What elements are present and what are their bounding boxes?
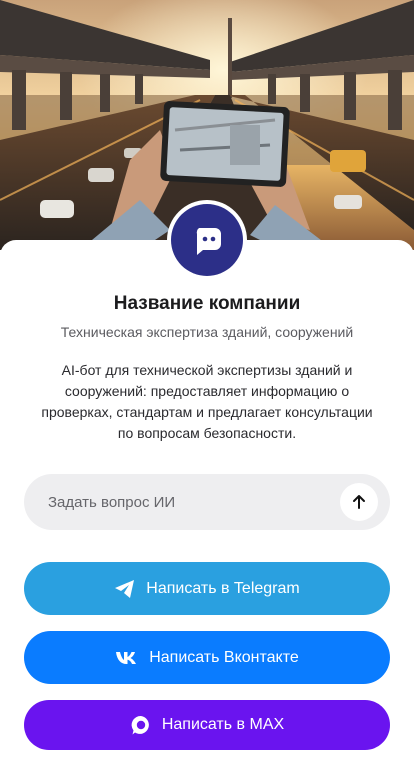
vk-icon [115,651,139,665]
vk-button[interactable]: Написать Вконтакте [24,631,390,684]
vk-button-label: Написать Вконтакте [149,648,299,666]
max-button-label: Написать в MAX [161,716,285,733]
arrow-up-icon [353,495,365,509]
max-icon [130,714,152,736]
telegram-button[interactable]: Написать в Telegram [24,562,390,615]
ask-ai-input[interactable] [48,474,348,530]
bot-chat-icon [196,228,221,255]
send-button[interactable] [340,483,378,521]
ask-ai-field [24,474,390,530]
avatar [167,200,247,280]
bot-description: AI-бот для технической экспертизы зданий… [41,362,373,441]
company-name: Название компании [113,293,301,314]
company-subtitle: Техническая экспертиза зданий, сооружени… [60,324,354,340]
max-button[interactable]: Написать в MAX [24,700,390,750]
telegram-button-label: Написать в Telegram [146,579,300,597]
telegram-icon [114,579,136,599]
